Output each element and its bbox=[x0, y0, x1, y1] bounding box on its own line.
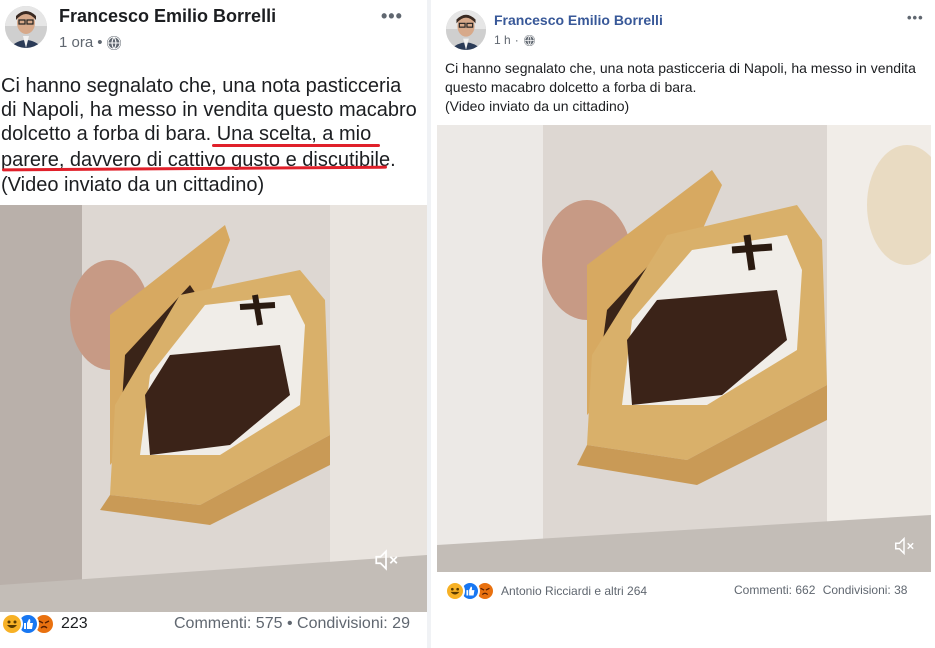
avatar-photo bbox=[5, 6, 47, 48]
engagement-counts: Commenti: 575 • Condivisioni: 29 bbox=[174, 615, 410, 633]
post-text-line-2: questo macabro dolcetto a forba di bara. bbox=[445, 79, 697, 95]
counts-separator: • bbox=[286, 615, 293, 632]
globe-icon bbox=[523, 34, 535, 46]
video-frame bbox=[0, 205, 427, 612]
left-post: Francesco Emilio Borrelli 1 ora • ••• Ci… bbox=[0, 0, 427, 648]
reactions-text: Antonio Ricciardi e altri 264 bbox=[501, 584, 648, 598]
video-frame bbox=[437, 125, 931, 572]
post-text-line-1: Ci hanno segnalato che, una nota pasticc… bbox=[445, 60, 916, 76]
post-meta: 1 ora • bbox=[59, 34, 122, 51]
meta-separator: · bbox=[514, 33, 519, 47]
haha-reaction-icon bbox=[1, 613, 23, 635]
comments-count[interactable]: Commenti: 575 bbox=[174, 615, 283, 632]
engagement-counts: Commenti: 662 Condivisioni: 38 bbox=[734, 583, 907, 597]
post-timestamp[interactable]: 1 h bbox=[494, 33, 511, 47]
reactions-summary[interactable]: Antonio Ricciardi e altri 264 bbox=[445, 581, 647, 601]
author-avatar[interactable] bbox=[446, 10, 486, 50]
video-player[interactable] bbox=[0, 205, 427, 612]
video-player[interactable] bbox=[437, 125, 931, 572]
post-text-line-3: (Video inviato da un cittadino) bbox=[445, 98, 630, 114]
post-text-line-3-plain: dolcetto a forba di bara. bbox=[1, 123, 217, 145]
reactions-count: 223 bbox=[61, 615, 88, 632]
post-text-line-2: di Napoli, ha messo in vendita questo ma… bbox=[1, 99, 417, 121]
right-post: Francesco Emilio Borrelli 1 h · ••• Ci h… bbox=[431, 0, 935, 612]
meta-separator: • bbox=[97, 34, 103, 51]
more-options-icon[interactable]: ••• bbox=[907, 10, 924, 25]
reactions-summary[interactable]: 223 bbox=[1, 613, 88, 635]
mute-icon[interactable] bbox=[373, 547, 399, 573]
avatar-photo bbox=[446, 10, 486, 50]
author-name[interactable]: Francesco Emilio Borrelli bbox=[494, 12, 663, 28]
post-text-line-5: (Video inviato da un cittadino) bbox=[1, 174, 265, 196]
more-options-icon[interactable]: ••• bbox=[381, 6, 403, 27]
post-text-line-3: dolcetto a forba di bara. Una scelta, a … bbox=[1, 122, 371, 146]
author-name[interactable]: Francesco Emilio Borrelli bbox=[59, 6, 276, 27]
red-underline-1 bbox=[212, 144, 380, 147]
author-avatar[interactable] bbox=[5, 6, 47, 48]
post-meta: 1 h · bbox=[494, 33, 535, 47]
post-timestamp[interactable]: 1 ora bbox=[59, 34, 93, 51]
mute-icon[interactable] bbox=[893, 535, 915, 557]
haha-reaction-icon bbox=[445, 581, 465, 601]
comments-count[interactable]: Commenti: 662 bbox=[734, 583, 815, 597]
post-text-line-1: Ci hanno segnalato che, una nota pasticc… bbox=[1, 75, 402, 97]
shares-count[interactable]: Condivisioni: 29 bbox=[297, 615, 410, 632]
post-text-highlight-1: Una scelta, a mio bbox=[216, 123, 372, 145]
shares-count[interactable]: Condivisioni: 38 bbox=[823, 583, 908, 597]
globe-icon bbox=[107, 35, 122, 50]
